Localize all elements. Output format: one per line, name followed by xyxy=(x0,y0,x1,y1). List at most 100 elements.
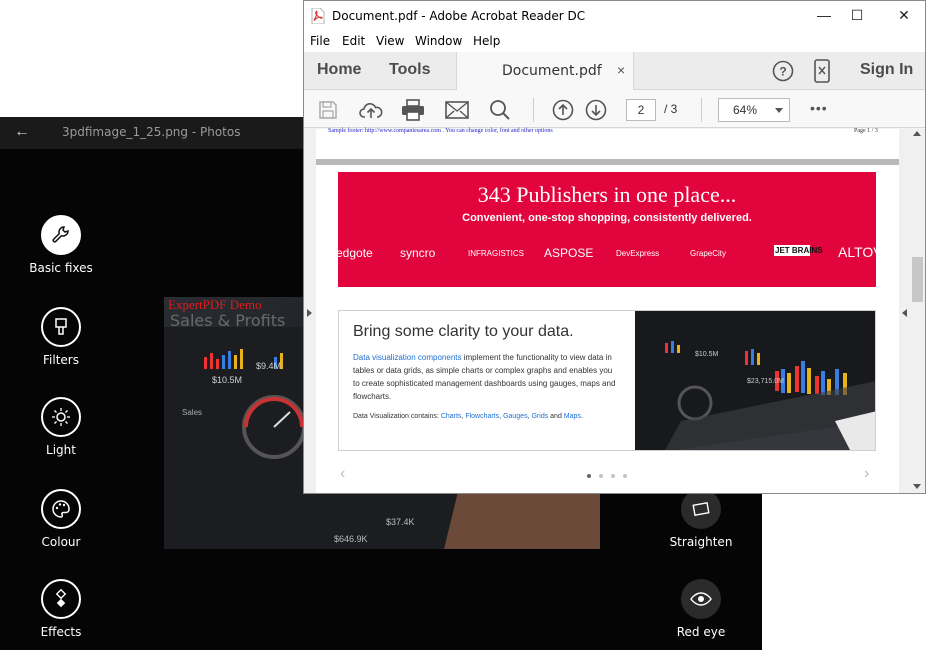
search-icon[interactable] xyxy=(488,98,512,122)
menubar: File Edit View Window Help xyxy=(304,31,925,52)
card-body-link[interactable]: Data visualization components xyxy=(353,353,462,362)
minimize-button[interactable]: — xyxy=(809,7,839,23)
tab-tools[interactable]: Tools xyxy=(389,61,430,79)
menu-window[interactable]: Window xyxy=(415,34,462,48)
right-panel-toggle[interactable] xyxy=(899,129,910,493)
publishers-banner: 343 Publishers in one place... Convenien… xyxy=(338,172,876,287)
tab-close-icon[interactable]: × xyxy=(617,62,625,78)
link-flowcharts[interactable]: Flowcharts xyxy=(465,413,499,420)
logo-grapecity: GrapeCity xyxy=(690,249,727,258)
carousel-dot[interactable] xyxy=(587,474,591,478)
link-charts[interactable]: Charts xyxy=(441,413,462,420)
photos-window-title: 3pdfimage_1_25.png - Photos xyxy=(62,125,241,139)
effects-tool[interactable]: Effects xyxy=(0,579,122,639)
sign-in-button[interactable]: Sign In xyxy=(860,61,913,79)
scrollbar-thumb[interactable] xyxy=(912,257,923,302)
colour-tool[interactable]: Colour xyxy=(0,489,122,549)
preview-heading: Sales & Profits xyxy=(170,311,286,330)
tab-home[interactable]: Home xyxy=(317,61,361,79)
straighten-tool[interactable]: Straighten xyxy=(640,489,762,549)
close-window-button[interactable]: ✕ xyxy=(889,7,919,24)
svg-text:$10.5M: $10.5M xyxy=(212,375,242,385)
tabbar: Home Tools Document.pdf × ? Sign In xyxy=(304,52,925,90)
carousel-dot[interactable] xyxy=(623,474,627,478)
print-icon[interactable] xyxy=(401,98,425,122)
svg-text:$9.4M: $9.4M xyxy=(256,361,281,371)
document-area: Sample footer: http://www.companiesarea.… xyxy=(304,128,925,493)
acrobat-window: Document.pdf - Adobe Acrobat Reader DC —… xyxy=(303,0,926,494)
svg-text:?: ? xyxy=(779,65,786,79)
colour-label: Colour xyxy=(41,535,81,549)
acrobat-window-title: Document.pdf - Adobe Acrobat Reader DC xyxy=(332,9,586,23)
svg-text:$23,715.0M: $23,715.0M xyxy=(747,378,784,385)
effects-label: Effects xyxy=(40,625,82,639)
page-total: / 3 xyxy=(664,102,678,116)
logo-infragistics: INFRAGISTICS xyxy=(468,249,525,258)
link-grids[interactable]: Grids xyxy=(531,413,548,420)
svg-text:$646.9K: $646.9K xyxy=(334,534,368,544)
pdf-page: Sample footer: http://www.companiesarea.… xyxy=(316,128,899,493)
chevron-down-icon xyxy=(775,108,783,113)
data-visualization-card: Bring some clarity to your data. Data vi… xyxy=(338,310,876,451)
page-number-input[interactable]: 2 xyxy=(626,99,656,121)
svg-text:$10.5M: $10.5M xyxy=(695,351,719,358)
acrobat-titlebar: Document.pdf - Adobe Acrobat Reader DC —… xyxy=(304,1,925,31)
carousel-dot[interactable] xyxy=(599,474,603,478)
email-icon[interactable] xyxy=(445,98,469,122)
toolbar-divider xyxy=(533,98,534,122)
toolbar: 2 / 3 64% ••• xyxy=(304,90,925,128)
help-icon[interactable]: ? xyxy=(772,60,794,87)
light-tool[interactable]: Light xyxy=(0,397,122,457)
logo-devexpress: DevExpress xyxy=(616,249,660,258)
menu-edit[interactable]: Edit xyxy=(342,34,365,48)
page-divider xyxy=(316,159,899,165)
previous-page-icon[interactable] xyxy=(551,98,575,122)
card-text: Bring some clarity to your data. Data vi… xyxy=(339,311,634,450)
red-eye-tool[interactable]: Red eye xyxy=(640,579,762,639)
zoom-select[interactable]: 64% xyxy=(718,98,790,122)
light-label: Light xyxy=(46,443,76,457)
palette-icon xyxy=(41,489,81,529)
more-tools-icon[interactable]: ••• xyxy=(810,100,828,116)
pdf-file-icon xyxy=(311,8,325,24)
tab-document[interactable]: Document.pdf × xyxy=(456,52,634,90)
page-header-text: Sample footer: http://www.companiesarea.… xyxy=(328,128,553,134)
menu-view[interactable]: View xyxy=(376,34,404,48)
filters-tool[interactable]: Filters xyxy=(0,307,122,367)
logo-jetbrains: JET BRAINS xyxy=(774,245,823,256)
left-panel-toggle[interactable] xyxy=(304,129,316,493)
mobile-link-icon[interactable] xyxy=(813,59,831,88)
carousel-next-icon[interactable]: › xyxy=(864,465,869,483)
card-contains: Data Visualization contains: Charts, Flo… xyxy=(353,413,583,420)
next-page-icon[interactable] xyxy=(584,98,608,122)
maximize-button[interactable]: ☐ xyxy=(842,7,872,24)
carousel-controls: ‹ › xyxy=(316,461,899,489)
scroll-up-icon[interactable] xyxy=(913,131,921,136)
sun-icon xyxy=(41,397,81,437)
upload-cloud-icon[interactable] xyxy=(359,98,383,122)
banner-title: 343 Publishers in one place... xyxy=(477,182,737,207)
basic-fixes-label: Basic fixes xyxy=(29,261,93,275)
save-icon[interactable] xyxy=(316,98,340,122)
menu-help[interactable]: Help xyxy=(473,34,500,48)
straighten-icon xyxy=(681,489,721,529)
menu-file[interactable]: File xyxy=(310,34,330,48)
link-maps[interactable]: Maps xyxy=(564,413,581,420)
banner-subtitle: Convenient, one-stop shopping, consisten… xyxy=(462,212,752,224)
effects-icon xyxy=(41,579,81,619)
vertical-scrollbar[interactable] xyxy=(910,129,925,493)
zoom-value: 64% xyxy=(733,103,758,117)
back-arrow-icon[interactable]: ← xyxy=(14,123,30,141)
card-dashboard-image: $10.5M $23,715.0M xyxy=(635,311,875,450)
red-eye-label: Red eye xyxy=(676,625,726,639)
filters-label: Filters xyxy=(43,353,79,367)
card-heading: Bring some clarity to your data. xyxy=(353,323,574,340)
carousel-prev-icon[interactable]: ‹ xyxy=(340,465,345,483)
carousel-dot[interactable] xyxy=(611,474,615,478)
basic-fixes-tool[interactable]: Basic fixes xyxy=(0,215,122,275)
wrench-icon xyxy=(41,215,81,255)
scroll-down-icon[interactable] xyxy=(913,484,921,489)
expand-left-panel-icon xyxy=(307,309,312,317)
link-gauges[interactable]: Gauges xyxy=(503,413,528,420)
logo-edgote: edgote xyxy=(338,246,373,260)
